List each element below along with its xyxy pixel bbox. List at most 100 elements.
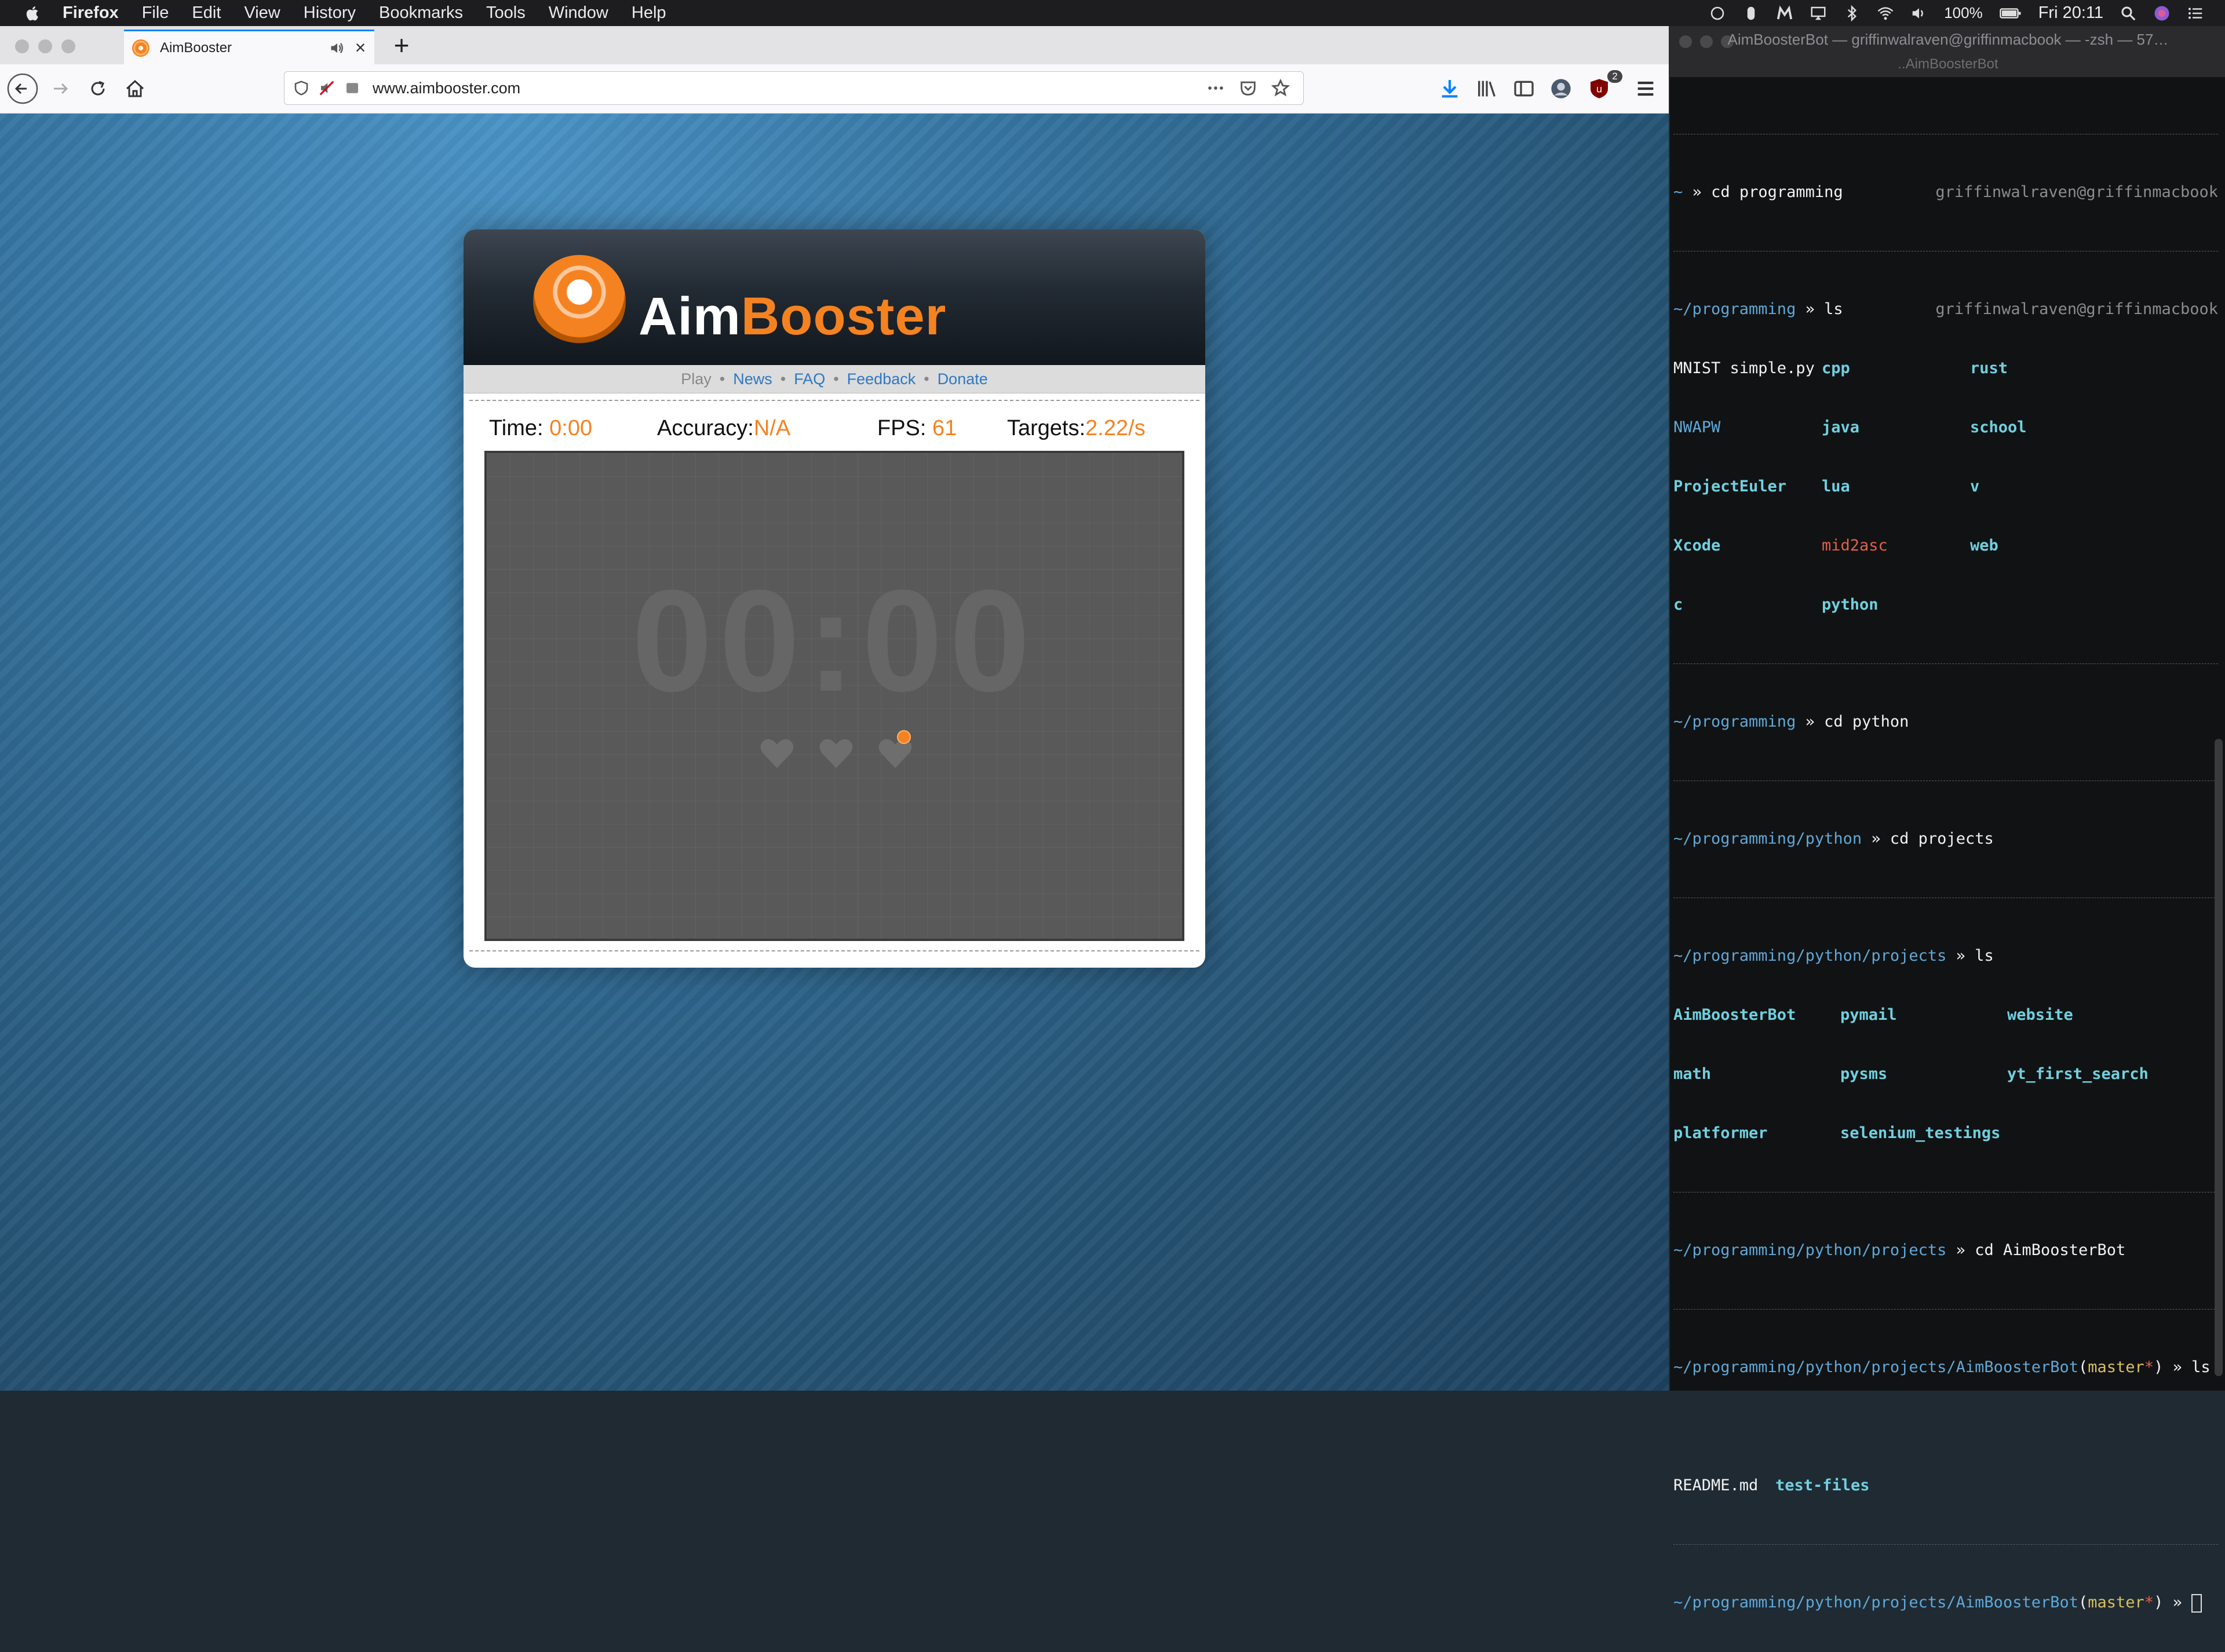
prompt-path: ~/programming/python/projects xyxy=(1673,947,1947,965)
tab-aimbooster[interactable]: AimBooster × xyxy=(124,30,374,64)
nav-news[interactable]: News xyxy=(733,370,772,388)
account-icon[interactable] xyxy=(1549,77,1573,100)
prompt-arrow: » xyxy=(2172,1593,2182,1611)
prompt-arrow: » xyxy=(1805,713,1815,731)
battery-icon[interactable] xyxy=(1999,5,2022,22)
aimbooster-nav: Play • News • FAQ • Feedback • Donate xyxy=(464,365,1205,393)
reload-button[interactable] xyxy=(82,73,114,104)
menu-window[interactable]: Window xyxy=(549,3,608,23)
stat-time-value: 0:00 xyxy=(549,416,593,440)
forward-button[interactable] xyxy=(45,73,76,104)
menu-bookmarks[interactable]: Bookmarks xyxy=(379,3,463,23)
navigation-toolbar: www.aimbooster.com u 2 xyxy=(0,64,1669,114)
stat-fps-value: 61 xyxy=(932,416,957,440)
prompt-path: ~/programming/python/projects xyxy=(1673,1241,1947,1259)
notification-center-icon[interactable] xyxy=(2187,5,2204,22)
ls-file: MNIST simple.py xyxy=(1673,359,1815,377)
speaker-icon[interactable] xyxy=(328,40,346,56)
terminal-scrollbar[interactable] xyxy=(2215,739,2223,1376)
terminal-titlebar: AimBoosterBot — griffinwalraven@griffinm… xyxy=(1670,26,2225,77)
terminal-tab-title[interactable]: ..AimBoosterBot xyxy=(1670,56,2225,72)
terminal-cursor xyxy=(2191,1593,2202,1613)
airplay-icon[interactable] xyxy=(1810,5,1827,22)
terminal-line: ~/programming/python/projects » cd AimBo… xyxy=(1673,1241,2218,1260)
aimbooster-logo-text[interactable]: AimBooster xyxy=(639,286,946,347)
tab-bar: AimBooster × + xyxy=(0,26,1669,65)
ls-dir: platformer xyxy=(1673,1124,1768,1142)
menu-bar: Firefox File Edit View History Bookmarks… xyxy=(0,0,2225,26)
terminal-line: ~/programming » cd python xyxy=(1673,712,2218,732)
connection-info-icon[interactable] xyxy=(344,79,361,97)
siri-icon[interactable] xyxy=(2153,5,2171,22)
menu-view[interactable]: View xyxy=(244,3,280,23)
prompt-path: ~ xyxy=(1673,183,1683,201)
divider xyxy=(469,400,1199,401)
ls-dir: selenium_testings xyxy=(1840,1124,2001,1142)
window-close-button[interactable] xyxy=(15,39,29,53)
game-canvas[interactable]: 00:00 xyxy=(484,451,1184,941)
back-button[interactable] xyxy=(7,73,38,104)
ls-row: MNIST simple.py cpp rust xyxy=(1673,359,2218,378)
pocket-icon[interactable] xyxy=(1238,78,1258,98)
menu-file[interactable]: File xyxy=(142,3,169,23)
divider xyxy=(469,950,1199,951)
prompt-host: griffinwalraven@griffinmacbook xyxy=(1935,300,2218,318)
menu-help[interactable]: Help xyxy=(632,3,666,23)
spotlight-status-icon[interactable] xyxy=(1709,5,1726,22)
prompt-arrow: » xyxy=(2172,1358,2182,1376)
new-tab-button[interactable]: + xyxy=(387,32,416,61)
page-actions-icon[interactable] xyxy=(1206,78,1225,98)
url-bar[interactable]: www.aimbooster.com xyxy=(284,71,1304,105)
volume-icon[interactable] xyxy=(1910,5,1928,22)
ls-dir: math xyxy=(1673,1065,1712,1083)
ls-dir: v xyxy=(1970,477,1980,495)
bookmark-star-icon[interactable] xyxy=(1271,78,1290,98)
sidebar-icon[interactable] xyxy=(1512,77,1535,100)
wifi-icon[interactable] xyxy=(1877,5,1894,22)
nav-feedback[interactable]: Feedback xyxy=(847,370,916,388)
ls-dir: cpp xyxy=(1822,359,1850,377)
terminal-window: AimBoosterBot — griffinwalraven@griffinm… xyxy=(1669,26,2225,1613)
apple-icon[interactable] xyxy=(24,5,42,22)
git-branch: master xyxy=(2088,1358,2144,1376)
library-icon[interactable] xyxy=(1475,77,1498,100)
nav-play[interactable]: Play xyxy=(681,370,712,388)
ls-file: README.md xyxy=(1673,1476,1759,1494)
target[interactable] xyxy=(897,730,911,744)
stat-targets-label: Targets: xyxy=(1007,416,1086,440)
url-text[interactable]: www.aimbooster.com xyxy=(373,79,1206,97)
download-icon[interactable] xyxy=(1438,77,1461,100)
nav-faq[interactable]: FAQ xyxy=(794,370,825,388)
close-tab-icon[interactable]: × xyxy=(352,38,369,57)
clock[interactable]: Fri 20:11 xyxy=(2038,3,2103,23)
autoplay-blocked-icon[interactable] xyxy=(318,79,335,97)
git-dirty-marker: * xyxy=(2144,1593,2154,1611)
menu-app-firefox[interactable]: Firefox xyxy=(63,3,119,23)
terminal-output[interactable]: ~ » cd programming griffinwalraven@griffi… xyxy=(1673,85,2218,1652)
status-area: 100% Fri 20:11 xyxy=(1709,0,2204,26)
menu-history[interactable]: History xyxy=(304,3,356,23)
menu-tools[interactable]: Tools xyxy=(486,3,526,23)
terminal-line: ~ » cd programming griffinwalraven@griffi… xyxy=(1673,183,2218,202)
menu-edit[interactable]: Edit xyxy=(192,3,221,23)
mouse-icon[interactable] xyxy=(1742,5,1760,22)
bluetooth-icon[interactable] xyxy=(1843,5,1861,22)
tracking-shield-icon[interactable] xyxy=(293,79,310,97)
home-icon xyxy=(126,79,144,97)
lives xyxy=(759,737,913,770)
home-button[interactable] xyxy=(119,73,151,104)
ls-dir: yt_first_search xyxy=(2007,1065,2149,1083)
malwarebytes-icon[interactable] xyxy=(1776,5,1793,22)
nav-donate[interactable]: Donate xyxy=(938,370,988,388)
search-icon[interactable] xyxy=(2120,5,2137,22)
window-minimize-button[interactable] xyxy=(38,39,52,53)
heart-icon xyxy=(760,739,794,768)
hamburger-menu-icon[interactable] xyxy=(1634,77,1657,100)
ublock-origin-icon[interactable]: u xyxy=(1588,77,1611,100)
window-zoom-button[interactable] xyxy=(61,39,75,53)
terminal-line: ~/programming/python/projects/AimBooster… xyxy=(1673,1358,2211,1376)
terminal-title: AimBoosterBot — griffinwalraven@griffinm… xyxy=(1727,31,2169,48)
ls-dir: pymail xyxy=(1840,1006,1897,1024)
aimbooster-panel: AimBooster Play • News • FAQ • Feedback … xyxy=(464,229,1205,968)
